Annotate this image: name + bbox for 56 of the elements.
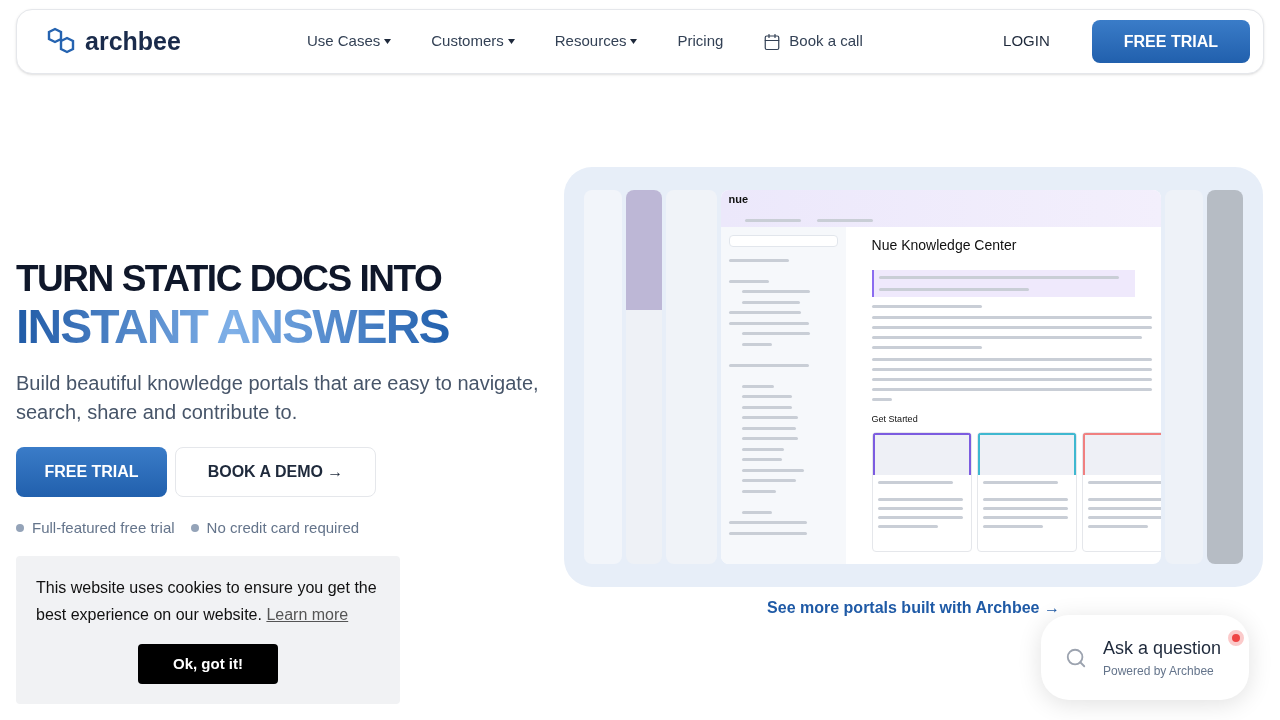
hero-subtitle: Build beautiful knowledge portals that are easy to navigate, search, share and contribute to. <box>16 371 540 425</box>
blurred-text-line <box>741 447 784 451</box>
feature-note: No credit card required <box>206 518 360 538</box>
nav-link[interactable]: Book a call <box>763 30 863 53</box>
blurred-text-line <box>741 416 798 419</box>
book-demo-button[interactable]: BOOK A DEMO → <box>175 447 376 497</box>
blurred-text-line <box>741 479 796 482</box>
search-icon <box>1065 646 1087 669</box>
blurred-text-line <box>982 524 1043 528</box>
ask-question-widget[interactable]: Ask a question Powered by Archbee <box>1041 615 1249 700</box>
nav-link[interactable]: Pricing <box>677 30 724 53</box>
blurred-text-line <box>741 300 800 304</box>
nav-link[interactable]: Customers <box>431 30 515 53</box>
guide-card[interactable] <box>871 431 972 552</box>
caret-icon <box>507 39 515 44</box>
blurred-text-line <box>1087 524 1148 528</box>
nav-link[interactable]: Resources <box>554 30 638 53</box>
blurred-text-line <box>741 332 810 335</box>
cookie-message: This website uses cookies to ensure you get the best experience on our website. Learn more <box>36 578 378 625</box>
widget-title: Ask a question <box>1103 637 1222 660</box>
guide-card[interactable] <box>976 431 1077 552</box>
guide-card[interactable] <box>1081 431 1162 552</box>
blurred-text-line <box>741 426 796 430</box>
blurred-text-line <box>871 398 892 401</box>
portal-brand: nue <box>728 194 750 205</box>
blurred-text-line <box>744 219 801 222</box>
blurred-text-line <box>728 279 769 283</box>
blurred-text-line <box>741 342 772 346</box>
blurred-text-line <box>741 290 810 293</box>
hero-heading: TURN STATIC DOCS INTO <box>16 257 443 301</box>
free-trial-button[interactable]: FREE TRIAL <box>16 447 167 497</box>
portal-search-field[interactable] <box>728 235 838 247</box>
blurred-text-line <box>741 468 804 472</box>
blurred-text-line <box>877 524 938 528</box>
login-link[interactable]: LOGIN <box>1003 30 1050 53</box>
caret-icon <box>384 39 392 44</box>
blurred-text-line <box>741 384 774 388</box>
blurred-text-line <box>741 489 776 493</box>
section-heading: Get Started <box>871 413 919 426</box>
blurred-text-line <box>741 437 798 440</box>
feature-note: Full-featured free trial <box>32 518 175 538</box>
blurred-text-line <box>741 395 792 398</box>
widget-subtitle: Powered by Archbee <box>1103 663 1215 680</box>
blurred-text-line <box>728 258 789 262</box>
accept-cookies-button[interactable]: Ok, got it! <box>138 644 278 684</box>
blurred-text-line <box>741 458 782 461</box>
free-trial-button[interactable]: FREE TRIAL <box>1091 20 1250 63</box>
calendar-icon <box>763 32 782 51</box>
nav-link[interactable]: Use Cases <box>306 30 392 53</box>
caret-icon <box>630 39 638 44</box>
blurred-text-line <box>741 510 772 514</box>
learn-more-link[interactable]: Learn more <box>266 606 349 623</box>
brand-logo-text[interactable]: archbee <box>85 22 181 61</box>
blurred-text-line <box>741 405 792 409</box>
page-title: Nue Knowledge Center <box>871 236 1018 255</box>
blurred-text-line <box>816 219 873 222</box>
